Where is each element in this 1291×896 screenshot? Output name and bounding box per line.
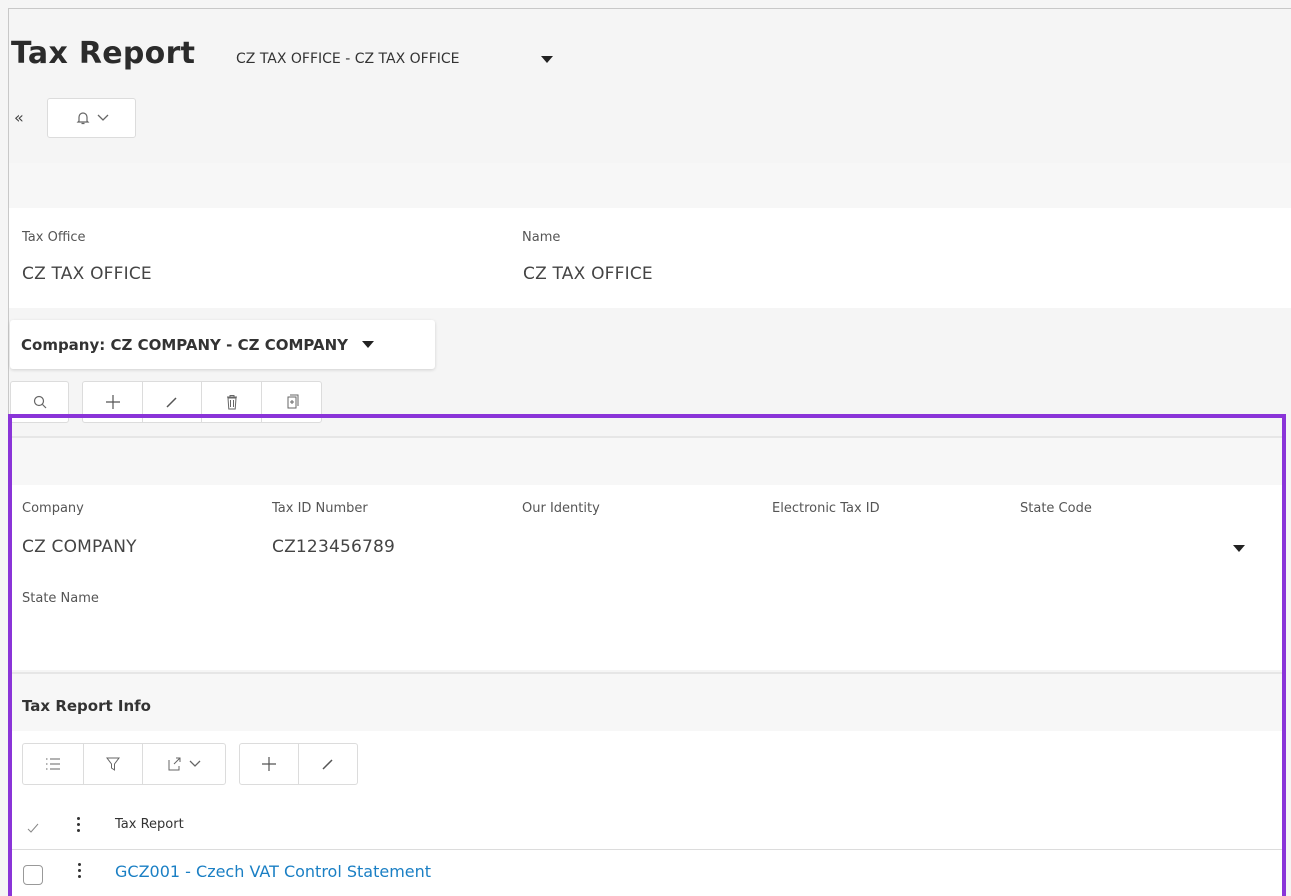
name-label: Name (522, 230, 561, 245)
tax-office-band (9, 163, 1291, 208)
tax-office-label: Tax Office (22, 230, 86, 245)
header-kebab-icon[interactable] (77, 817, 80, 832)
duplicate-icon (287, 394, 298, 409)
tax-report-column-header[interactable]: Tax Report (115, 817, 184, 832)
state-name-label: State Name (22, 591, 99, 606)
grid-add-button[interactable] (240, 744, 299, 784)
edit-button[interactable] (143, 382, 202, 422)
grid-edit-button[interactable] (299, 744, 357, 784)
page-subtitle[interactable]: CZ TAX OFFICE - CZ TAX OFFICE (236, 51, 460, 67)
our-identity-label: Our Identity (522, 501, 600, 516)
bell-settings-icon (76, 112, 89, 125)
collapse-icon[interactable]: « (14, 108, 24, 127)
company-selector-label: Company: CZ COMPANY - CZ COMPANY (21, 335, 349, 354)
search-icon (33, 395, 46, 409)
grid-header-row (12, 806, 1282, 850)
tax-report-info-title: Tax Report Info (22, 697, 151, 715)
grid-view-toolbar (22, 743, 226, 785)
export-icon (168, 757, 181, 771)
chevron-down-icon (189, 760, 201, 767)
electronic-tax-id-label: Electronic Tax ID (772, 501, 880, 516)
state-code-label: State Code (1020, 501, 1092, 516)
company-label: Company (22, 501, 84, 516)
row-kebab-icon[interactable] (78, 863, 81, 878)
grid-edit-toolbar (239, 743, 358, 785)
delete-icon (226, 395, 237, 410)
chevron-down-icon (97, 114, 108, 121)
list-icon (46, 758, 60, 770)
list-button[interactable] (23, 744, 84, 784)
state-code-dropdown-icon[interactable] (1233, 545, 1245, 552)
edit-icon (322, 759, 333, 770)
search-toolbar (10, 381, 69, 423)
company-detail-band (12, 436, 1282, 485)
page-title: Tax Report (11, 36, 196, 71)
subtitle-dropdown-icon[interactable] (541, 56, 553, 63)
tax-office-panel (9, 208, 1291, 308)
add-icon (105, 395, 120, 409)
filter-button[interactable] (84, 744, 143, 784)
company-selector[interactable]: Company: CZ COMPANY - CZ COMPANY (10, 320, 435, 369)
header-action-button[interactable] (47, 98, 136, 138)
company-value: CZ COMPANY (22, 537, 137, 557)
row-checkbox[interactable] (23, 865, 43, 885)
tax-office-value: CZ TAX OFFICE (22, 264, 152, 284)
caret-down-icon (362, 341, 375, 348)
tax-report-link[interactable]: GCZ001 - Czech VAT Control Statement (115, 862, 431, 881)
filter-icon (106, 757, 120, 771)
name-value: CZ TAX OFFICE (523, 264, 653, 284)
delete-button[interactable] (202, 382, 262, 422)
export-button[interactable] (143, 744, 225, 784)
select-all-check-icon[interactable] (27, 823, 39, 833)
search-button[interactable] (11, 382, 68, 422)
tax-id-label: Tax ID Number (272, 501, 368, 516)
add-icon (262, 757, 276, 771)
duplicate-button[interactable] (262, 382, 321, 422)
add-button[interactable] (83, 382, 143, 422)
edit-icon (166, 397, 177, 408)
company-actions-toolbar (82, 381, 322, 423)
tax-id-value: CZ123456789 (272, 537, 396, 557)
